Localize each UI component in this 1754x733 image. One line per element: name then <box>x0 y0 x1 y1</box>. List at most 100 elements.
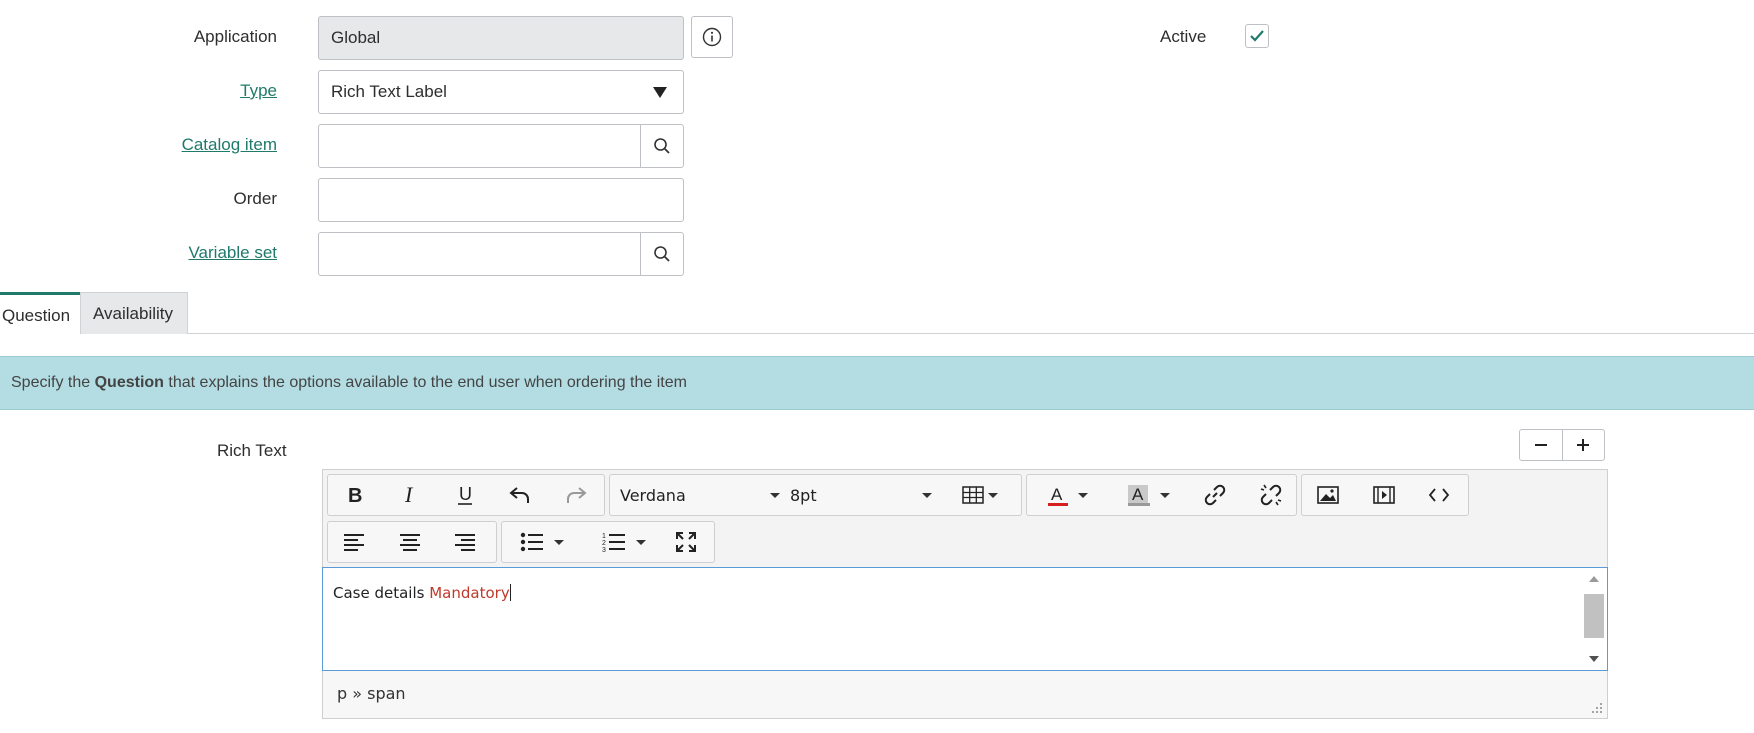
redo-button[interactable] <box>554 475 598 515</box>
tab-availability[interactable]: Availability <box>80 292 188 334</box>
bold-button[interactable]: B <box>332 475 376 515</box>
element-path[interactable]: p » span <box>337 684 406 703</box>
toolbar-group-lists: 123 <box>501 521 715 563</box>
info-banner: Specify the Question that explains the o… <box>0 356 1754 410</box>
fullscreen-button[interactable] <box>664 522 708 562</box>
background-color-button[interactable]: A <box>1115 475 1181 515</box>
font-size-value: 8pt <box>790 485 817 505</box>
align-center-icon <box>400 534 420 551</box>
text-cursor <box>509 584 511 601</box>
bullet-list-icon <box>520 532 543 552</box>
svg-text:A: A <box>1132 485 1144 504</box>
insert-media-button[interactable] <box>1362 475 1406 515</box>
variable-set-lookup-button[interactable] <box>641 233 683 275</box>
insert-image-button[interactable] <box>1306 475 1350 515</box>
minus-icon <box>1534 444 1547 446</box>
insert-link-button[interactable] <box>1193 475 1237 515</box>
editor-content-area[interactable]: Case details Mandatory <box>322 567 1608 671</box>
remove-link-button[interactable] <box>1249 475 1293 515</box>
toolbar-group-fonts: Verdana 8pt <box>609 474 1022 516</box>
background-color-icon: A <box>1128 485 1150 506</box>
catalog-item-input[interactable] <box>319 125 641 167</box>
align-left-icon <box>344 534 364 551</box>
application-field[interactable]: Global <box>318 16 684 60</box>
video-icon <box>1373 486 1395 504</box>
chevron-down-icon <box>554 539 564 545</box>
toolbar-group-align <box>327 521 497 563</box>
type-link[interactable]: Type <box>240 81 277 101</box>
tab-question-label: Question <box>2 306 71 325</box>
application-label: Application <box>193 27 277 46</box>
table-button[interactable] <box>958 475 1002 515</box>
svg-text:I: I <box>404 485 414 505</box>
underline-button[interactable]: U <box>443 475 487 515</box>
numbered-list-button[interactable]: 123 <box>592 522 656 562</box>
editor-scrollbar[interactable] <box>1583 570 1605 668</box>
type-select[interactable]: Rich Text Label <box>318 70 684 114</box>
source-code-button[interactable] <box>1417 475 1461 515</box>
tab-availability-label: Availability <box>93 304 174 323</box>
info-button[interactable] <box>691 16 733 58</box>
tabs-divider <box>0 333 1754 334</box>
font-size-select[interactable]: 8pt <box>790 475 932 515</box>
svg-text:3: 3 <box>602 547 606 553</box>
fullscreen-icon <box>676 532 696 552</box>
variable-set-input[interactable] <box>319 233 641 275</box>
rich-text-label: Rich Text <box>217 441 287 460</box>
numbered-list-icon: 123 <box>602 533 625 553</box>
toolbar-group-color-links: A A <box>1026 474 1297 516</box>
order-label: Order <box>233 189 277 208</box>
underline-icon: U <box>458 484 472 505</box>
shrink-editor-button[interactable] <box>1520 430 1563 460</box>
chevron-down-icon <box>1078 492 1088 498</box>
grow-editor-button[interactable] <box>1563 430 1605 460</box>
catalog-item-lookup-button[interactable] <box>641 125 683 167</box>
scroll-up-icon[interactable] <box>1589 576 1599 582</box>
variable-set-link[interactable]: Variable set <box>188 243 277 263</box>
align-right-button[interactable] <box>443 522 487 562</box>
variable-set-reference <box>318 232 684 276</box>
order-input[interactable] <box>318 178 684 222</box>
toolbar-group-format: B I U <box>327 474 605 516</box>
align-left-button[interactable] <box>332 522 376 562</box>
chevron-down-icon <box>922 492 932 498</box>
active-label: Active <box>1160 27 1207 46</box>
search-icon <box>654 138 670 154</box>
chevron-down-icon <box>988 492 998 498</box>
search-icon <box>654 246 670 262</box>
editor-content-text: Case details Mandatory <box>333 584 511 602</box>
checkmark-icon <box>1250 30 1264 42</box>
banner-bold: Question <box>94 374 164 391</box>
scroll-down-icon[interactable] <box>1589 656 1599 662</box>
svg-text:1: 1 <box>602 533 606 540</box>
svg-text:A: A <box>1051 485 1063 504</box>
text-color-button[interactable]: A <box>1037 475 1097 515</box>
content-highlight-text: Mandatory <box>429 584 510 602</box>
text-color-icon: A <box>1048 485 1068 506</box>
bold-icon: B <box>348 485 362 505</box>
link-icon <box>1204 484 1226 506</box>
catalog-item-link[interactable]: Catalog item <box>182 135 277 155</box>
rich-text-editor: B I U Verdana 8pt A A 1 2 3 Case details… <box>322 469 1608 719</box>
align-right-icon <box>455 534 475 551</box>
dropdown-arrow-icon <box>653 87 667 98</box>
table-icon <box>962 486 984 504</box>
svg-text:B: B <box>348 485 362 505</box>
chevron-down-icon <box>636 539 646 545</box>
italic-icon: I <box>404 485 414 505</box>
italic-button[interactable]: I <box>388 475 432 515</box>
align-center-button[interactable] <box>388 522 432 562</box>
banner-prefix: Specify the <box>11 374 91 391</box>
active-checkbox[interactable] <box>1245 24 1269 48</box>
redo-icon <box>567 487 587 503</box>
tab-question[interactable]: Question <box>0 292 80 334</box>
undo-button[interactable] <box>498 475 542 515</box>
plus-icon <box>1577 439 1590 451</box>
banner-suffix: that explains the options available to t… <box>168 374 687 391</box>
catalog-item-reference <box>318 124 684 168</box>
font-family-select[interactable]: Verdana <box>620 475 780 515</box>
scrollbar-thumb[interactable] <box>1584 594 1604 638</box>
code-icon <box>1428 488 1450 502</box>
bullet-list-button[interactable] <box>510 522 574 562</box>
resize-handle-icon[interactable] <box>1591 702 1603 714</box>
